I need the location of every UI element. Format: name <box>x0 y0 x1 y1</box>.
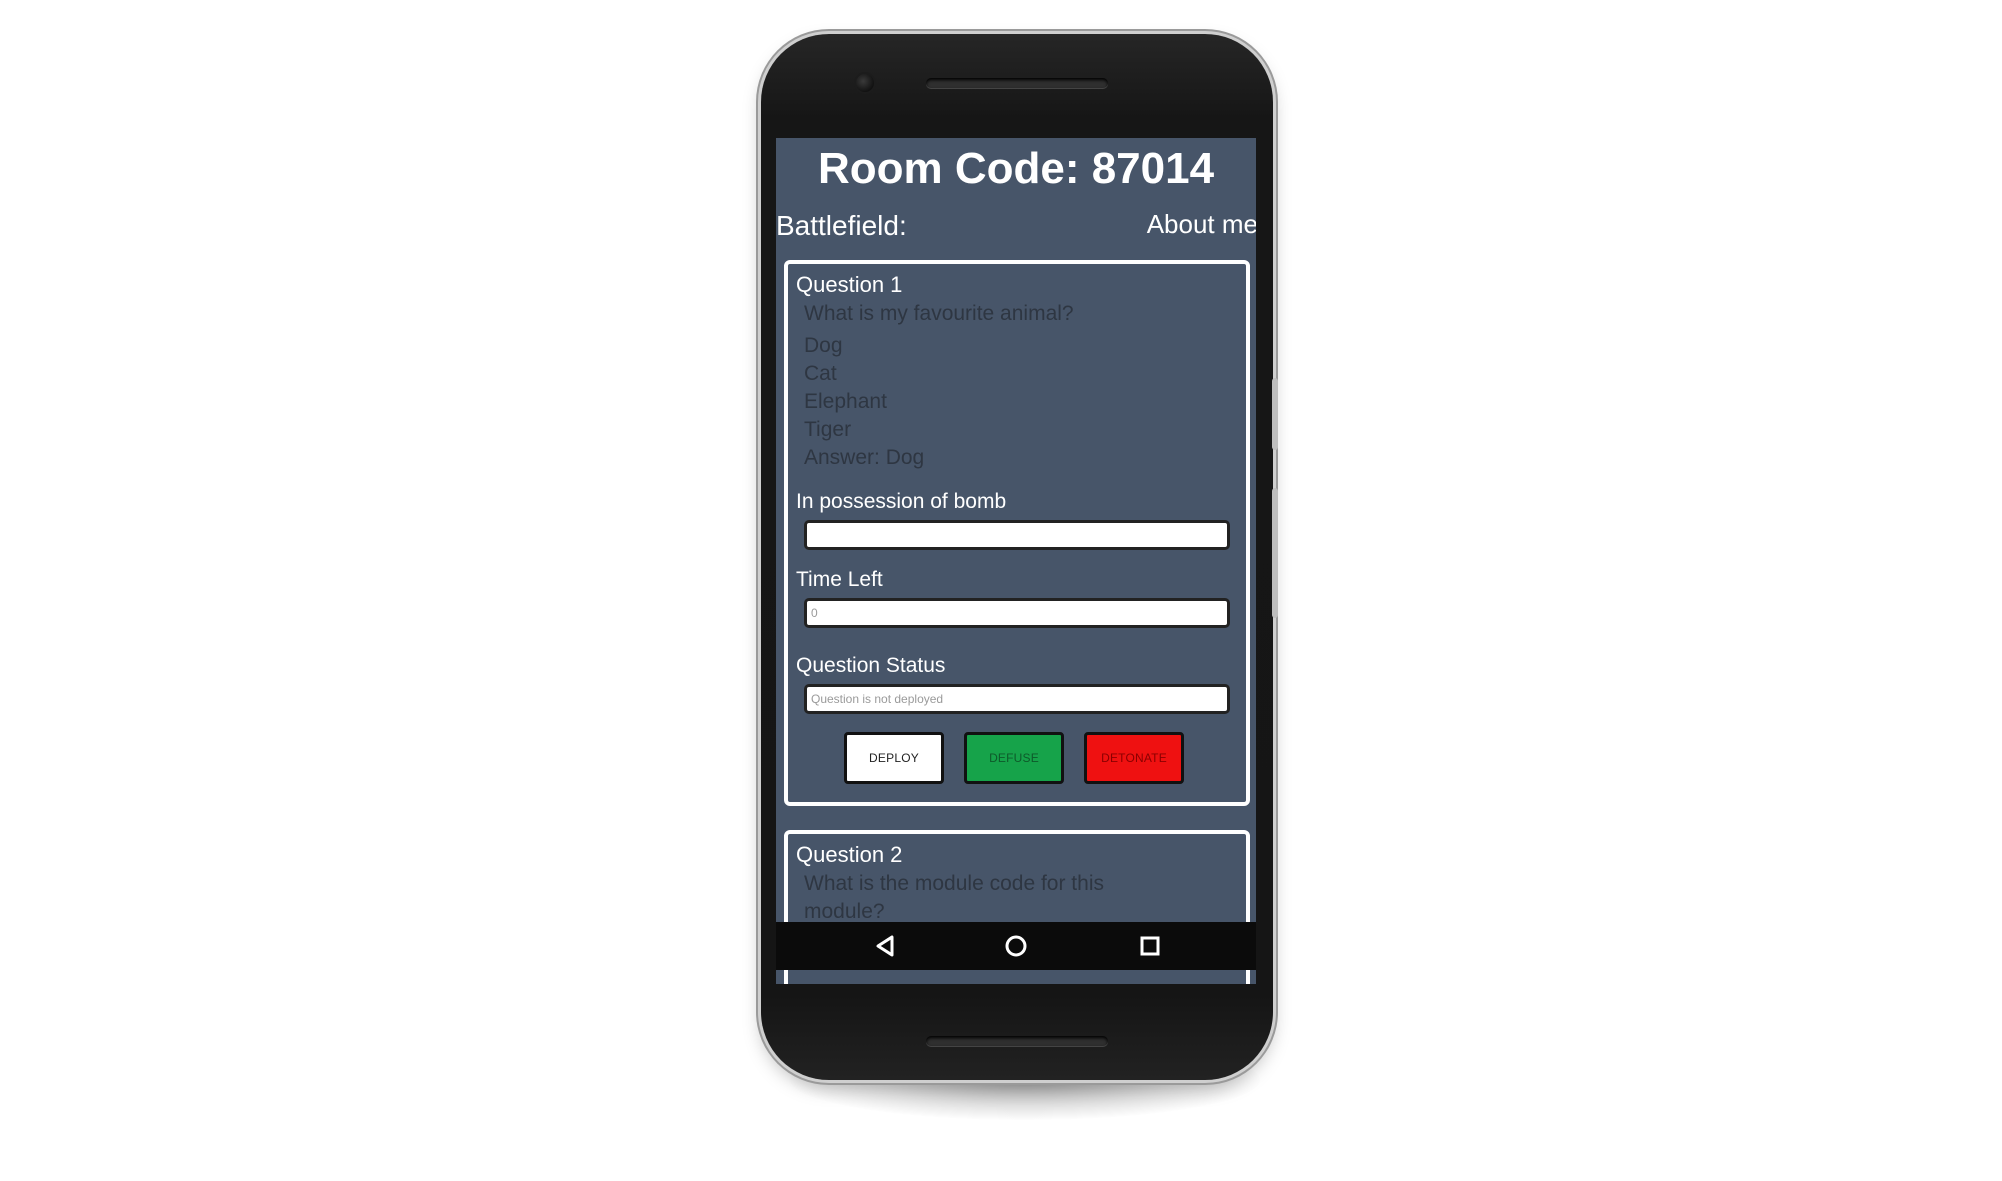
app-nav: Battlefield: About me <box>776 208 1256 244</box>
possession-label: In possession of bomb <box>796 490 1007 513</box>
stage: Room Code: 87014 Battlefield: About me Q… <box>0 0 2002 1181</box>
option-4: Tiger <box>804 418 852 441</box>
question-text: What is the module code for this module? <box>804 872 1104 923</box>
front-camera-icon <box>856 74 874 92</box>
question-title: Question 2 <box>796 842 903 867</box>
question-status-field[interactable] <box>804 684 1230 714</box>
question-title: Question 1 <box>796 272 903 297</box>
question-text: What is my favourite animal? <box>804 302 1074 325</box>
option-2: Cat <box>804 362 837 385</box>
deploy-button[interactable]: DEPLOY <box>844 732 944 784</box>
question-status-label: Question Status <box>796 654 946 677</box>
room-code-title: Room Code: 87014 <box>817 144 1215 193</box>
nav-about-me[interactable]: About me <box>1147 206 1256 242</box>
earpiece-speaker <box>926 78 1108 88</box>
question-card: Question 1 What is my favourite animal? … <box>784 260 1250 806</box>
answer-text: Answer: Dog <box>804 446 925 469</box>
app-screen: Room Code: 87014 Battlefield: About me Q… <box>776 138 1256 984</box>
bottom-speaker <box>926 1036 1108 1046</box>
defuse-button[interactable]: DEFUSE <box>964 732 1064 784</box>
option-3: Elephant <box>804 390 887 413</box>
home-circle-icon[interactable] <box>1002 932 1030 960</box>
time-left-field[interactable] <box>804 598 1230 628</box>
time-left-label: Time Left <box>796 568 883 591</box>
detonate-button[interactable]: DETONATE <box>1084 732 1184 784</box>
nav-battlefield[interactable]: Battlefield: <box>776 208 907 244</box>
power-button <box>1272 378 1278 450</box>
volume-button <box>1272 488 1278 618</box>
possession-field[interactable] <box>804 520 1230 550</box>
option-1: Dog <box>804 334 843 357</box>
back-triangle-icon[interactable] <box>872 932 900 960</box>
system-nav-bar <box>776 922 1256 970</box>
recents-square-icon[interactable] <box>1136 932 1164 960</box>
